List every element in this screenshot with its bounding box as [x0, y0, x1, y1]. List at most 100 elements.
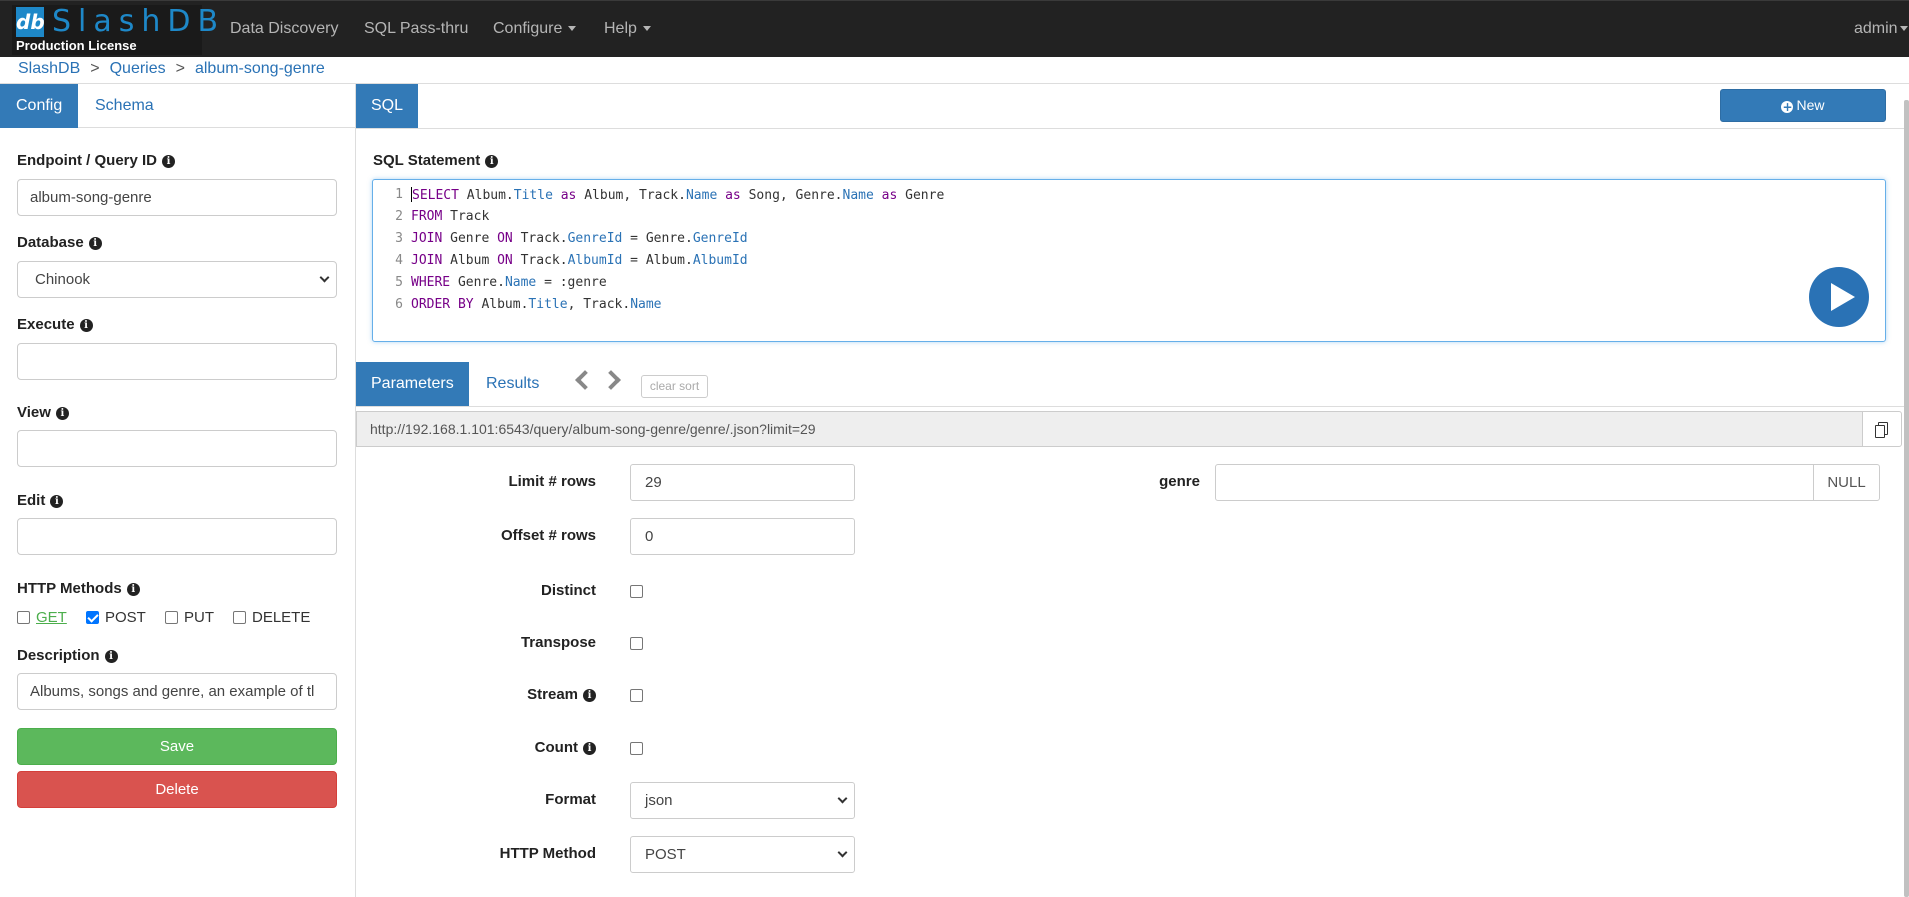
format-select[interactable]: json: [630, 782, 855, 819]
description-input[interactable]: Albums, songs and genre, an example of t…: [17, 673, 337, 710]
genre-input[interactable]: [1215, 464, 1814, 501]
sql-line: ORDER BY Album.Title, Track.Name: [411, 297, 662, 312]
copy-icon[interactable]: [1862, 411, 1902, 447]
put-checkbox[interactable]: [165, 611, 178, 624]
nav-data-discovery[interactable]: Data Discovery: [230, 1, 338, 57]
http-methods-label: HTTP Methods i: [17, 580, 140, 597]
run-query-icon[interactable]: [1809, 267, 1869, 327]
endpoint-input[interactable]: album-song-genre: [17, 179, 337, 216]
sql-statement-label-text: SQL Statement: [373, 152, 481, 169]
breadcrumb-current[interactable]: album-song-genre: [195, 60, 325, 77]
offset-input[interactable]: 0: [630, 518, 855, 555]
line-number: 1: [395, 187, 403, 202]
limit-input[interactable]: 29: [630, 464, 855, 501]
line-number: 3: [395, 231, 403, 246]
delete-checkbox[interactable]: [233, 611, 246, 624]
brand[interactable]: db SlashDB Production License: [12, 5, 218, 55]
method-put[interactable]: PUT: [165, 609, 214, 626]
stream-label-text: Stream: [527, 686, 578, 703]
save-button[interactable]: Save: [17, 728, 337, 765]
nav-configure-label: Configure: [493, 20, 563, 37]
method-delete[interactable]: DELETE: [233, 609, 310, 626]
transpose-checkbox[interactable]: [630, 637, 643, 650]
clear-sort-button[interactable]: clear sort: [641, 375, 708, 398]
sql-tabbar: SQL: [356, 84, 1909, 129]
tab-schema[interactable]: Schema: [79, 84, 170, 128]
nav-configure[interactable]: Configure: [493, 1, 577, 57]
database-label: Database i: [17, 234, 102, 251]
breadcrumb: SlashDB > Queries > album-song-genre: [18, 59, 325, 79]
database-select-value: Chinook: [35, 271, 91, 288]
chevron-down-icon: [837, 847, 848, 858]
panel-divider: [355, 84, 356, 897]
genre-label: genre: [1159, 473, 1200, 490]
breadcrumb-slashdb[interactable]: SlashDB: [18, 60, 80, 77]
chevron-down-icon: [319, 272, 330, 283]
method-post[interactable]: POST: [86, 609, 146, 626]
nav-help[interactable]: Help: [604, 1, 651, 57]
method-get[interactable]: GET: [17, 609, 67, 626]
chevron-down-icon: [1899, 26, 1908, 32]
info-icon[interactable]: i: [104, 650, 118, 663]
count-label-text: Count: [534, 739, 578, 756]
info-icon[interactable]: i: [126, 583, 140, 596]
nav-sql-pass-thru[interactable]: SQL Pass-thru: [364, 1, 468, 57]
info-icon[interactable]: i: [583, 689, 596, 702]
http-methods-label-text: HTTP Methods: [17, 580, 122, 597]
info-icon[interactable]: i: [162, 155, 176, 168]
sql-line: FROM Track: [411, 209, 490, 224]
tab-parameters[interactable]: Parameters: [356, 362, 469, 406]
info-icon[interactable]: i: [88, 237, 102, 250]
left-tabs: Config Schema: [0, 84, 355, 128]
endpoint-label-text: Endpoint / Query ID: [17, 152, 158, 169]
stream-checkbox[interactable]: [630, 689, 643, 702]
line-number: 4: [395, 253, 403, 268]
tab-config[interactable]: Config: [0, 84, 79, 128]
view-label: View i: [17, 404, 69, 421]
distinct-checkbox[interactable]: [630, 585, 643, 598]
http-method-select-value: POST: [645, 846, 686, 863]
info-icon[interactable]: i: [583, 742, 596, 755]
new-button[interactable]: + New: [1720, 89, 1886, 122]
delete-button[interactable]: Delete: [17, 771, 337, 808]
execute-label: Execute i: [17, 316, 93, 333]
execute-input[interactable]: [17, 343, 337, 380]
sql-line: WHERE Genre.Name = :genre: [411, 275, 607, 290]
null-button[interactable]: NULL: [1813, 464, 1880, 501]
method-put-label: PUT: [184, 609, 214, 626]
tab-sql[interactable]: SQL: [356, 84, 419, 128]
endpoint-label: Endpoint / Query ID i: [17, 152, 176, 169]
info-icon[interactable]: i: [55, 407, 69, 420]
format-select-value: json: [645, 792, 673, 809]
user-name: admin: [1854, 20, 1898, 37]
top-navbar: db SlashDB Production License Data Disco…: [0, 0, 1909, 57]
line-number: 2: [395, 209, 403, 224]
edit-input[interactable]: [17, 518, 337, 555]
user-menu[interactable]: admin: [1854, 1, 1908, 57]
method-get-label[interactable]: GET: [36, 609, 67, 626]
query-url[interactable]: http://192.168.1.101:6543/query/album-so…: [356, 411, 1862, 447]
breadcrumb-queries[interactable]: Queries: [110, 60, 166, 77]
view-input[interactable]: [17, 430, 337, 467]
limit-label: Limit # rows: [508, 473, 596, 490]
scrollbar[interactable]: [1904, 100, 1909, 897]
transpose-label: Transpose: [520, 634, 596, 651]
count-checkbox[interactable]: [630, 742, 643, 755]
database-select[interactable]: Chinook: [17, 261, 337, 298]
get-checkbox[interactable]: [17, 611, 30, 624]
execute-label-text: Execute: [17, 316, 75, 333]
info-icon[interactable]: i: [50, 495, 64, 508]
info-icon[interactable]: i: [485, 155, 499, 168]
plus-circle-icon: +: [1781, 100, 1794, 114]
http-method-select[interactable]: POST: [630, 836, 855, 873]
tab-results[interactable]: Results: [470, 362, 555, 406]
info-icon[interactable]: i: [79, 319, 93, 332]
sql-line: JOIN Album ON Track.AlbumId = Album.Albu…: [411, 253, 748, 268]
description-label: Description i: [17, 647, 118, 664]
sql-editor[interactable]: 1 2 3 4 5 6 SELECT Album.Title as Album,…: [372, 179, 1886, 342]
distinct-label: Distinct: [540, 582, 596, 599]
edit-label: Edit i: [17, 492, 64, 509]
view-label-text: View: [17, 404, 51, 421]
post-checkbox[interactable]: [86, 611, 99, 624]
format-label: Format: [545, 791, 596, 808]
